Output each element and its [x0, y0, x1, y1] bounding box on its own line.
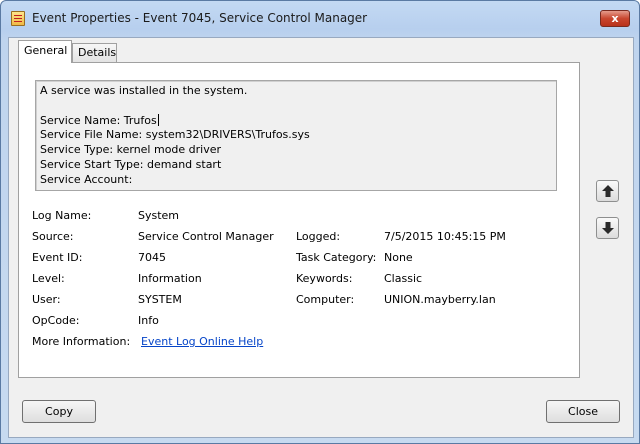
level-value: Information [138, 272, 202, 285]
text-caret [157, 113, 159, 126]
logged-value: 7/5/2015 10:45:15 PM [384, 230, 506, 243]
description-summary: A service was installed in the system. [40, 84, 248, 97]
log-name-label: Log Name: [32, 209, 92, 222]
arrow-up-icon [602, 185, 614, 197]
computer-value: UNION.mayberry.lan [384, 293, 496, 306]
description-service-type: Service Type: kernel mode driver [40, 143, 222, 157]
event-properties-window: Event Properties - Event 7045, Service C… [0, 0, 640, 444]
keywords-value: Classic [384, 272, 423, 285]
more-information-label: More Information: [32, 335, 131, 348]
tab-general[interactable]: General [18, 40, 72, 63]
tab-details[interactable]: Details [72, 43, 117, 62]
dialog-client-area: Details General A service was installed … [8, 37, 634, 438]
opcode-value: Info [138, 314, 159, 327]
event-description-box[interactable]: A service was installed in the system. S… [35, 80, 557, 191]
description-service-name: Service Name: Trufos [40, 113, 552, 129]
copy-button[interactable]: Copy [22, 400, 96, 423]
source-label: Source: [32, 230, 74, 243]
description-service-file-name: Service File Name: system32\DRIVERS\Truf… [40, 128, 310, 142]
event-viewer-icon [11, 11, 25, 26]
close-button[interactable]: Close [546, 400, 620, 423]
general-tab-panel: A service was installed in the system. S… [18, 62, 580, 378]
description-service-start-type: Service Start Type: demand start [40, 157, 222, 171]
description-blank-line [40, 99, 552, 114]
task-category-value: None [384, 251, 413, 264]
event-id-label: Event ID: [32, 251, 83, 264]
event-id-value: 7045 [138, 251, 166, 264]
opcode-label: OpCode: [32, 314, 80, 327]
event-log-online-help-link[interactable]: Event Log Online Help [141, 335, 263, 348]
log-name-value: System [138, 209, 180, 222]
user-label: User: [32, 293, 61, 306]
keywords-label: Keywords: [296, 272, 353, 285]
computer-label: Computer: [296, 293, 355, 306]
service-name-text: Service Name: Trufos [40, 113, 157, 127]
title-bar[interactable]: Event Properties - Event 7045, Service C… [1, 1, 639, 37]
window-close-button[interactable]: x [600, 10, 630, 27]
source-value: Service Control Manager [138, 230, 274, 243]
logged-label: Logged: [296, 230, 341, 243]
previous-event-button[interactable] [596, 180, 619, 202]
user-value: SYSTEM [138, 293, 182, 306]
next-event-button[interactable] [596, 217, 619, 239]
description-service-account: Service Account: [40, 172, 133, 186]
window-title: Event Properties - Event 7045, Service C… [32, 11, 368, 25]
level-label: Level: [32, 272, 65, 285]
task-category-label: Task Category: [296, 251, 377, 264]
arrow-down-icon [602, 222, 614, 234]
